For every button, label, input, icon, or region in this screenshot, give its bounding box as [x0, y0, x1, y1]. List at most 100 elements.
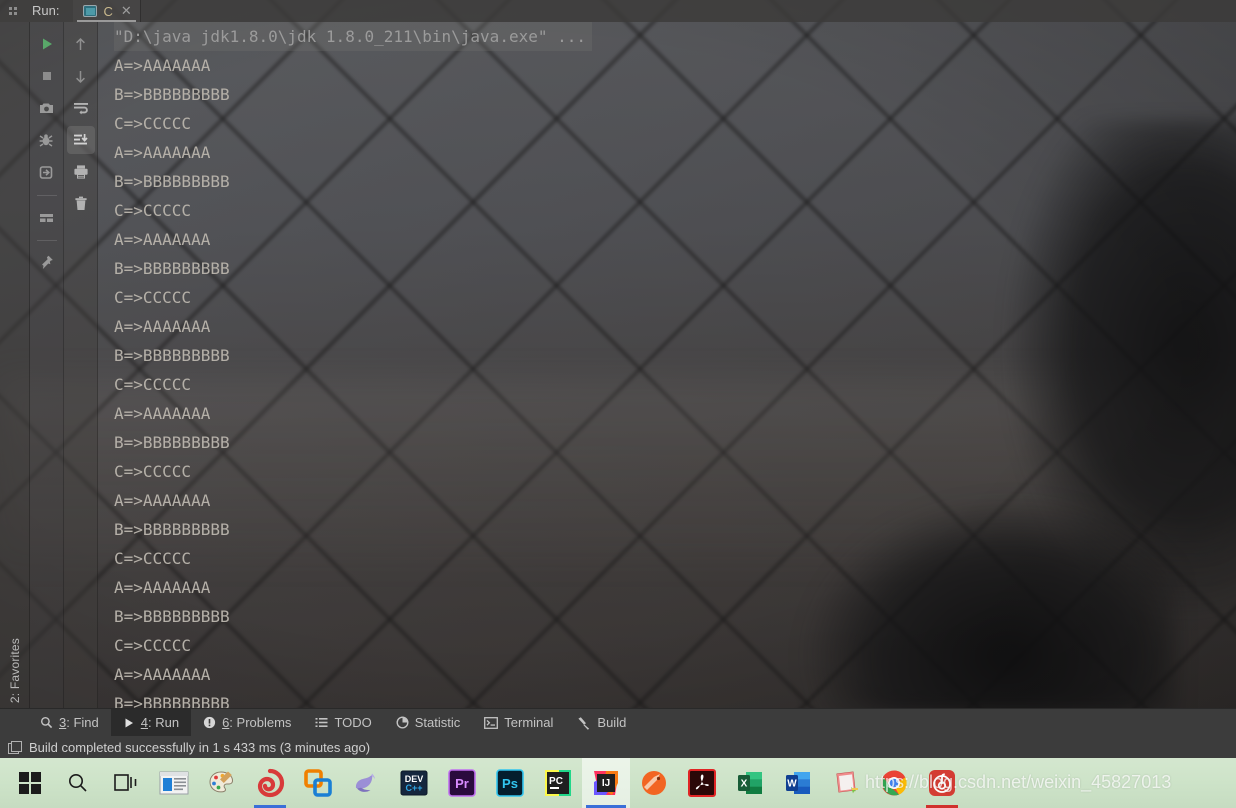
- favorites-label: 2: Favorites: [8, 637, 22, 703]
- exit-button[interactable]: [33, 158, 61, 186]
- taskbar-chrome[interactable]: [870, 758, 918, 808]
- console-line: B=>BBBBBBBBB: [114, 259, 230, 278]
- svg-text:PC: PC: [549, 776, 563, 787]
- drag-grip-icon[interactable]: [0, 0, 26, 22]
- console-tab-title: C: [103, 3, 113, 19]
- orange-compass-icon: [642, 771, 666, 795]
- play-icon: [42, 38, 52, 50]
- tab-find-label: 3: Find: [59, 715, 99, 730]
- snapshot-button[interactable]: [33, 94, 61, 122]
- copy-icon[interactable]: [8, 740, 22, 754]
- console-line: C=>CCCCC: [114, 549, 192, 568]
- taskbar-notes[interactable]: [822, 758, 870, 808]
- taskbar-file-explorer[interactable]: [150, 758, 198, 808]
- windows-taskbar: DEV C++ Pr Ps PC IJ X W: [0, 758, 1236, 808]
- screen-root: Run: C ✕ 2: Favorites ★: [0, 0, 1236, 808]
- search-button[interactable]: [54, 758, 102, 808]
- clear-all-button[interactable]: [67, 190, 95, 218]
- paint-palette-icon: [209, 771, 234, 793]
- console-output[interactable]: "D:\java jdk1.8.0\jdk 1.8.0_211\bin\java…: [98, 22, 1236, 708]
- console-line: B=>BBBBBBBBB: [114, 520, 230, 539]
- acrobat-reader-icon: [688, 769, 716, 797]
- run-window-label: Run:: [32, 3, 60, 18]
- console-line: A=>AAAAAAA: [114, 317, 211, 336]
- console-line: B=>BBBBBBBBB: [114, 85, 230, 104]
- devcpp-icon: DEV C++: [400, 770, 428, 796]
- debug-attach-button[interactable]: [33, 126, 61, 154]
- console-line: C=>CCCCC: [114, 114, 192, 133]
- taskbar-photoshop[interactable]: Ps: [486, 758, 534, 808]
- tab-run[interactable]: 4: Run: [110, 708, 192, 737]
- header-spacer: [141, 0, 1236, 22]
- pin-button[interactable]: [33, 248, 61, 276]
- console-line: B=>BBBBBBBBB: [114, 172, 230, 191]
- taskbar-devcpp[interactable]: DEV C++: [390, 758, 438, 808]
- tab-build[interactable]: Build: [565, 709, 638, 737]
- taskbar-orange-app[interactable]: [630, 758, 678, 808]
- stop-button[interactable]: [33, 62, 61, 90]
- print-button[interactable]: [67, 158, 95, 186]
- scroll-to-end-button[interactable]: [66, 126, 95, 154]
- status-message: Build completed successfully in 1 s 433 …: [29, 739, 371, 755]
- task-view-button[interactable]: [102, 758, 150, 808]
- close-icon[interactable]: ✕: [121, 3, 132, 19]
- printer-icon: [73, 165, 88, 179]
- tab-problems[interactable]: 6: Problems: [191, 709, 303, 737]
- soft-wrap-button[interactable]: [67, 94, 95, 122]
- console-line: B=>BBBBBBBBB: [114, 433, 230, 452]
- tab-terminal[interactable]: Terminal: [472, 709, 565, 737]
- scroll-up-button[interactable]: [67, 30, 95, 58]
- console-line: C=>CCCCC: [114, 375, 192, 394]
- scroll-to-end-icon: [73, 134, 88, 145]
- console-line: A=>AAAAAAA: [114, 143, 211, 162]
- svg-text:IJ: IJ: [602, 778, 610, 789]
- tab-run-label: 4: Run: [140, 715, 180, 730]
- terminal-icon: [484, 716, 499, 729]
- exit-arrow-icon: [39, 165, 53, 179]
- taskbar-acrobat[interactable]: [678, 758, 726, 808]
- run-toolbar-secondary: [64, 22, 98, 734]
- console-line: A=>AAAAAAA: [114, 404, 211, 423]
- svg-text:Ps: Ps: [502, 776, 518, 791]
- taskbar-premiere[interactable]: Pr: [438, 758, 486, 808]
- console-line: A=>AAAAAAA: [114, 56, 211, 75]
- netease-music-icon: [929, 770, 955, 796]
- tab-statistic[interactable]: Statistic: [384, 709, 473, 737]
- run-window-header: Run: C ✕: [0, 0, 1236, 22]
- taskbar-paint[interactable]: [198, 758, 246, 808]
- search-icon: [69, 774, 87, 792]
- taskbar-netease-music[interactable]: [918, 758, 966, 808]
- console-command-line: "D:\java jdk1.8.0\jdk 1.8.0_211\bin\java…: [114, 22, 593, 51]
- console-tab[interactable]: C ✕: [73, 0, 140, 22]
- camera-icon: [40, 103, 53, 113]
- start-button[interactable]: [6, 758, 54, 808]
- taskbar-navicat[interactable]: [342, 758, 390, 808]
- window-preview-icon: [159, 771, 189, 795]
- tab-build-label: Build: [597, 715, 627, 730]
- scroll-down-button[interactable]: [67, 62, 95, 90]
- svg-text:C++: C++: [405, 783, 422, 793]
- taskbar-word[interactable]: W: [774, 758, 822, 808]
- console-line: A=>AAAAAAA: [114, 491, 211, 510]
- taskbar-vmware[interactable]: [294, 758, 342, 808]
- console-lines: A=>AAAAAAA B=>BBBBBBBBB C=>CCCCC A=>AAAAAAA…: [98, 51, 1236, 708]
- console-line: C=>CCCCC: [114, 201, 192, 220]
- excel-icon: X: [738, 772, 762, 794]
- trash-icon: [74, 196, 87, 210]
- rubymine-icon: [257, 768, 285, 798]
- console-line: C=>CCCCC: [114, 636, 192, 655]
- layout-button[interactable]: [33, 203, 61, 231]
- console-line: A=>AAAAAAA: [114, 578, 211, 597]
- tab-find[interactable]: 3: Find: [28, 709, 111, 737]
- taskbar-intellij[interactable]: IJ: [582, 758, 630, 808]
- toolbar-divider: [36, 195, 57, 196]
- taskbar-rubymine[interactable]: [246, 758, 294, 808]
- tab-statistic-label: Statistic: [414, 715, 461, 730]
- tab-todo[interactable]: TODO: [303, 709, 383, 737]
- taskbar-pycharm[interactable]: PC: [534, 758, 582, 808]
- taskbar-excel[interactable]: X: [726, 758, 774, 808]
- list-icon: [315, 716, 328, 729]
- vmware-icon: [304, 769, 332, 797]
- word-icon: W: [786, 772, 810, 794]
- rerun-button[interactable]: [33, 30, 61, 58]
